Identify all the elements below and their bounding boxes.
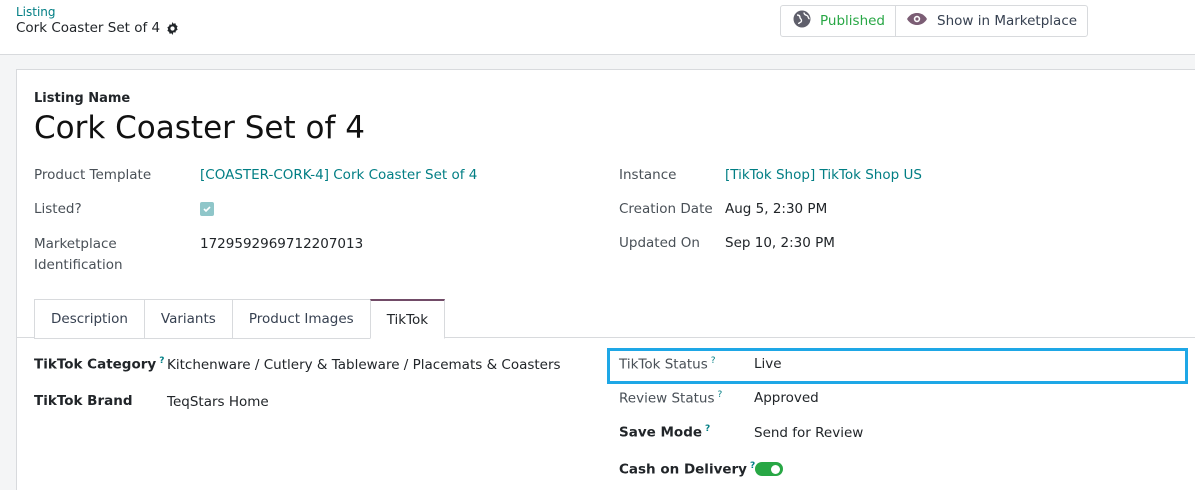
save-mode-label-text: Save Mode <box>619 424 703 441</box>
listing-name-field[interactable]: Cork Coaster Set of 4 <box>34 110 365 146</box>
cash-on-delivery-label: Cash on Delivery? <box>619 461 755 478</box>
form-sheet: Listing Name Cork Coaster Set of 4 Produ… <box>16 69 1195 490</box>
tiktok-status-label-text: TikTok Status <box>619 356 708 373</box>
gear-icon[interactable] <box>166 21 179 35</box>
show-in-marketplace-button[interactable]: Show in Marketplace <box>895 6 1087 36</box>
marketplace-identification-label-line-2: Identification <box>34 257 123 273</box>
review-status-value: Approved <box>754 390 819 406</box>
tiktok-category-label: TikTok Category? <box>34 356 164 373</box>
save-mode-value[interactable]: Send for Review <box>754 425 863 441</box>
tab-product-images[interactable]: Product Images <box>231 299 371 339</box>
smart-buttons: Published Show in Marketplace <box>780 5 1089 37</box>
tab-description[interactable]: Description <box>34 299 145 339</box>
cash-on-delivery-toggle[interactable] <box>755 462 783 476</box>
breadcrumb-parent-link[interactable]: Listing <box>16 5 56 19</box>
globe-icon <box>793 10 811 32</box>
instance-link[interactable]: [TikTok Shop] TikTok Shop US <box>725 167 922 183</box>
listed-checkbox[interactable] <box>200 202 214 216</box>
listing-name-label: Listing Name <box>34 91 131 106</box>
instance-label: Instance <box>619 167 677 183</box>
cash-on-delivery-label-text: Cash on Delivery <box>619 461 747 478</box>
help-icon[interactable]: ? <box>717 390 722 400</box>
tab-variants[interactable]: Variants <box>143 299 233 339</box>
breadcrumb-current-label: Cork Coaster Set of 4 <box>16 20 161 36</box>
tiktok-status-label: TikTok Status? <box>619 356 716 373</box>
updated-on-label: Updated On <box>619 235 700 251</box>
tiktok-status-value: Live <box>754 356 782 372</box>
tiktok-category-label-text: TikTok Category <box>34 356 157 373</box>
notebook-tabs: Description Variants Product Images TikT… <box>34 299 446 339</box>
listed-label: Listed? <box>34 201 82 217</box>
help-icon[interactable]: ? <box>159 356 164 366</box>
marketplace-identification-label-line-1: Marketplace <box>34 236 117 252</box>
help-icon[interactable]: ? <box>711 356 716 366</box>
creation-date-label: Creation Date <box>619 201 713 217</box>
eye-icon <box>906 12 928 30</box>
creation-date-value: Aug 5, 2:30 PM <box>725 201 828 217</box>
marketplace-identification-value: 1729592969712207013 <box>200 236 364 252</box>
tab-tiktok[interactable]: TikTok <box>369 299 446 339</box>
tiktok-brand-value[interactable]: TeqStars Home <box>167 394 269 410</box>
control-panel: Listing Cork Coaster Set of 4 Published … <box>0 0 1195 55</box>
save-mode-label: Save Mode? <box>619 424 710 441</box>
review-status-label: Review Status? <box>619 390 722 407</box>
updated-on-value: Sep 10, 2:30 PM <box>725 235 835 251</box>
published-button[interactable]: Published <box>781 6 895 36</box>
breadcrumb-current: Cork Coaster Set of 4 <box>16 20 179 36</box>
tiktok-brand-label: TikTok Brand <box>34 393 133 409</box>
tiktok-category-value[interactable]: Kitchenware / Cutlery & Tableware / Plac… <box>167 357 561 373</box>
product-template-link[interactable]: [COASTER-CORK-4] Cork Coaster Set of 4 <box>200 167 477 183</box>
published-label: Published <box>820 13 885 29</box>
show-in-marketplace-label: Show in Marketplace <box>937 13 1078 29</box>
product-template-label: Product Template <box>34 167 152 183</box>
review-status-label-text: Review Status <box>619 390 715 407</box>
help-icon[interactable]: ? <box>705 424 710 434</box>
